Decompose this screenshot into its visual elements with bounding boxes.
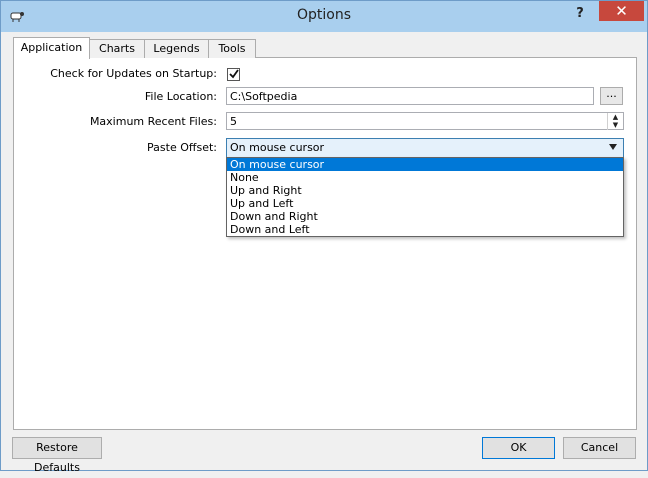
options-window: Options ? ✕ Application Charts Legends T…	[0, 0, 648, 474]
max-recent-spinner[interactable]: ▲ ▼	[607, 113, 623, 130]
title-bar[interactable]: Options ? ✕	[1, 1, 647, 32]
file-location-label: File Location:	[144, 90, 217, 103]
tab-application[interactable]: Application	[13, 37, 90, 59]
restore-defaults-button[interactable]: Restore Defaults	[12, 437, 102, 474]
chevron-down-icon[interactable]	[609, 144, 617, 150]
tab-tools[interactable]: Tools	[208, 39, 256, 58]
check-updates-label: Check for Updates on Startup:	[50, 67, 217, 80]
max-recent-input[interactable]: 5	[226, 112, 624, 130]
spin-down-icon[interactable]: ▼	[608, 121, 623, 129]
checkmark-icon	[229, 69, 239, 79]
tab-legends[interactable]: Legends	[144, 39, 209, 58]
ok-button[interactable]: OK	[482, 437, 555, 459]
help-button[interactable]: ?	[573, 5, 587, 23]
paste-offset-dropdown: On mouse cursor None Up and Right Up and…	[226, 157, 624, 237]
max-recent-label: Maximum Recent Files:	[89, 115, 217, 128]
dropdown-option[interactable]: Down and Left	[227, 223, 623, 236]
check-updates-checkbox[interactable]	[227, 68, 240, 81]
tab-charts[interactable]: Charts	[89, 39, 145, 58]
dropdown-option[interactable]: Down and Right	[227, 210, 623, 223]
cancel-button[interactable]: Cancel	[563, 437, 636, 459]
spin-up-icon[interactable]: ▲	[608, 113, 623, 121]
dropdown-option[interactable]: Up and Right	[227, 184, 623, 197]
dropdown-option[interactable]: On mouse cursor	[227, 158, 623, 171]
paste-offset-value: On mouse cursor	[230, 141, 325, 154]
browse-button[interactable]: ...	[600, 87, 623, 105]
dropdown-option[interactable]: Up and Left	[227, 197, 623, 210]
dropdown-option[interactable]: None	[227, 171, 623, 184]
file-location-input[interactable]: C:\Softpedia	[226, 87, 594, 105]
paste-offset-label: Paste Offset:	[147, 141, 217, 154]
paste-offset-select[interactable]: On mouse cursor	[226, 138, 624, 158]
window-title: Options	[296, 7, 352, 23]
close-button[interactable]: ✕	[599, 1, 644, 21]
